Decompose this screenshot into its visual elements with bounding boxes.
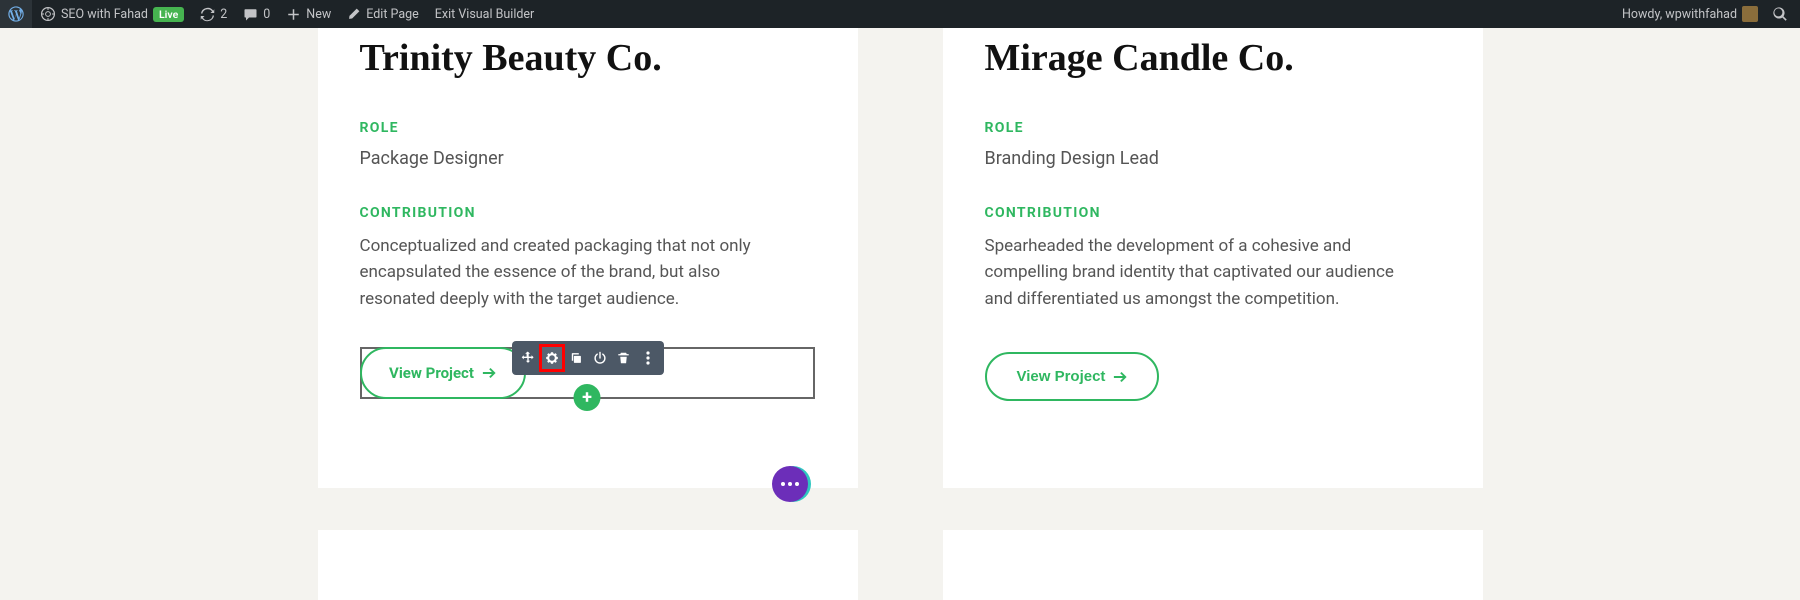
cards-row: Trinity Beauty Co. ROLE Package Designer… (0, 28, 1800, 488)
site-name-label: SEO with Fahad (61, 7, 148, 22)
view-project-button[interactable]: View Project (360, 347, 526, 399)
pencil-icon (347, 7, 361, 21)
arrow-right-icon (482, 367, 496, 379)
admin-bar-right: Howdy, wpwithfahad (1614, 0, 1800, 28)
edit-page-label: Edit Page (366, 7, 419, 22)
search-toggle[interactable] (1766, 0, 1794, 28)
view-project-label: View Project (1017, 368, 1106, 385)
comment-icon (243, 7, 258, 22)
move-button[interactable] (516, 345, 540, 371)
project-card-2: Mirage Candle Co. ROLE Branding Design L… (943, 28, 1483, 488)
wordpress-icon (8, 6, 24, 22)
card-title: Mirage Candle Co. (985, 36, 1441, 80)
more-button[interactable] (636, 345, 660, 371)
comments-item[interactable]: 0 (235, 0, 278, 28)
gear-icon (545, 351, 559, 365)
contribution-value: Conceptualized and created packaging tha… (360, 233, 800, 312)
contribution-label: CONTRIBUTION (985, 205, 1441, 221)
live-badge: Live (153, 7, 184, 22)
project-card-stub (318, 530, 858, 600)
avatar (1742, 6, 1758, 22)
role-value: Package Designer (360, 148, 816, 169)
view-project-button[interactable]: View Project (985, 352, 1160, 401)
kebab-icon (646, 351, 650, 365)
howdy-item[interactable]: Howdy, wpwithfahad (1614, 0, 1766, 28)
card-title: Trinity Beauty Co. (360, 36, 816, 80)
page-content: Trinity Beauty Co. ROLE Package Designer… (0, 0, 1800, 600)
refresh-item[interactable]: 2 (192, 0, 235, 28)
search-icon (1772, 6, 1788, 22)
move-icon (521, 351, 535, 365)
plus-icon (286, 7, 301, 22)
exit-vb-label: Exit Visual Builder (435, 7, 535, 22)
site-name-item[interactable]: SEO with Fahad Live (32, 0, 192, 28)
edit-page-item[interactable]: Edit Page (339, 0, 427, 28)
new-label: New (306, 7, 331, 22)
power-button[interactable] (588, 345, 612, 371)
contribution-value: Spearheaded the development of a cohesiv… (985, 233, 1425, 312)
duplicate-icon (569, 351, 583, 365)
refresh-count: 2 (220, 7, 227, 22)
delete-button[interactable] (612, 345, 636, 371)
settings-button[interactable] (540, 345, 564, 371)
wp-admin-bar: SEO with Fahad Live 2 0 New Edit Page Ex… (0, 0, 1800, 28)
project-card-1: Trinity Beauty Co. ROLE Package Designer… (318, 28, 858, 488)
admin-bar-left: SEO with Fahad Live 2 0 New Edit Page Ex… (0, 0, 542, 28)
arrow-right-icon (1113, 371, 1127, 383)
new-item[interactable]: New (278, 0, 339, 28)
cards-row-2 (0, 530, 1800, 600)
exit-vb-item[interactable]: Exit Visual Builder (427, 0, 543, 28)
selected-module-frame[interactable]: View Project (360, 347, 815, 399)
role-label: ROLE (985, 120, 1441, 136)
dashboard-icon (40, 6, 56, 22)
duplicate-button[interactable] (564, 345, 588, 371)
howdy-label: Howdy, wpwithfahad (1622, 7, 1737, 22)
role-label: ROLE (360, 120, 816, 136)
dots-icon (781, 482, 799, 486)
module-toolbar (512, 341, 664, 375)
add-module-button[interactable]: + (574, 384, 601, 411)
project-card-stub (943, 530, 1483, 600)
trash-icon (617, 351, 630, 365)
section-fab[interactable] (772, 466, 808, 502)
add-plus-label: + (582, 387, 592, 408)
comments-count: 0 (263, 7, 270, 22)
view-project-label: View Project (389, 364, 474, 382)
wp-logo[interactable] (0, 0, 32, 28)
role-value: Branding Design Lead (985, 148, 1441, 169)
refresh-icon (200, 7, 215, 22)
contribution-label: CONTRIBUTION (360, 205, 816, 221)
power-icon (593, 351, 607, 365)
